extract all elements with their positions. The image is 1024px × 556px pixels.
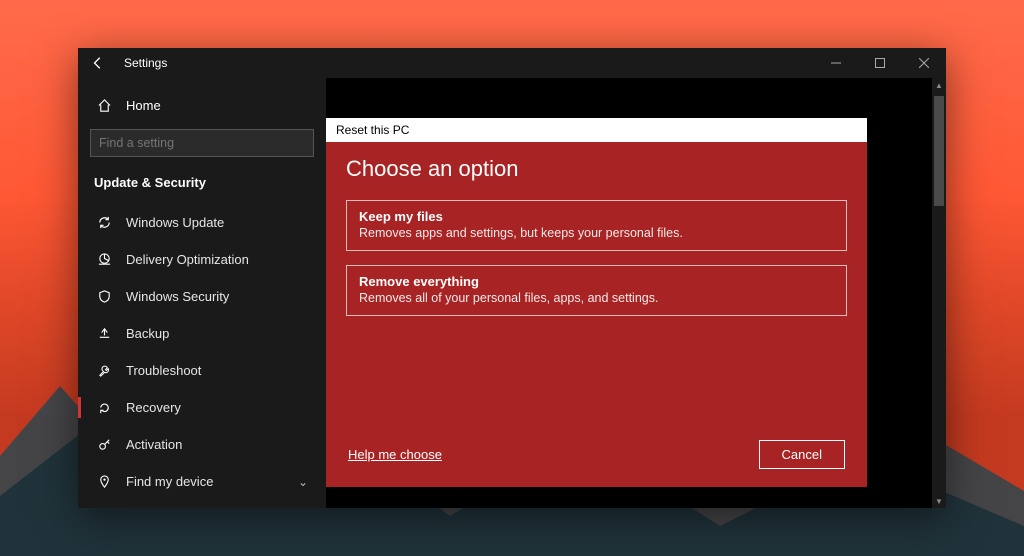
maximize-button[interactable] xyxy=(858,48,902,78)
dialog-title: Choose an option xyxy=(346,156,847,182)
option-desc: Removes all of your personal files, apps… xyxy=(359,291,834,305)
sidebar-item-windows-security[interactable]: Windows Security xyxy=(78,278,326,315)
scroll-up-icon[interactable]: ▲ xyxy=(932,78,946,92)
sync-icon xyxy=(96,215,112,230)
sidebar-item-activation[interactable]: Activation xyxy=(78,426,326,463)
sidebar-item-label: Recovery xyxy=(126,400,181,415)
titlebar: Settings xyxy=(78,48,946,78)
option-title: Remove everything xyxy=(359,274,834,289)
close-button[interactable] xyxy=(902,48,946,78)
sidebar-item-label: Windows Update xyxy=(126,215,224,230)
dialog-header: Reset this PC xyxy=(326,118,867,142)
content-area: Reset this PC Choose an option Keep my f… xyxy=(326,78,946,508)
home-icon xyxy=(96,98,112,113)
sidebar-section-title: Update & Security xyxy=(78,171,326,204)
sidebar: Home Update & Security Windows Update De xyxy=(78,78,326,508)
option-remove-everything[interactable]: Remove everything Removes all of your pe… xyxy=(346,265,847,316)
help-link[interactable]: Help me choose xyxy=(348,447,442,462)
chevron-down-icon: ⌄ xyxy=(298,475,308,489)
reset-dialog: Reset this PC Choose an option Keep my f… xyxy=(326,118,867,487)
search-input[interactable] xyxy=(90,129,314,157)
sidebar-home-label: Home xyxy=(126,98,161,113)
option-keep-files[interactable]: Keep my files Removes apps and settings,… xyxy=(346,200,847,251)
sidebar-item-backup[interactable]: Backup xyxy=(78,315,326,352)
scroll-down-icon[interactable]: ▼ xyxy=(932,494,946,508)
sidebar-home[interactable]: Home xyxy=(78,88,326,123)
minimize-button[interactable] xyxy=(814,48,858,78)
sidebar-item-troubleshoot[interactable]: Troubleshoot xyxy=(78,352,326,389)
sidebar-item-label: Troubleshoot xyxy=(126,363,201,378)
sidebar-item-label: Find my device xyxy=(126,474,213,489)
sidebar-item-windows-update[interactable]: Windows Update xyxy=(78,204,326,241)
location-icon xyxy=(96,474,112,489)
sidebar-item-label: Windows Security xyxy=(126,289,229,304)
recovery-icon xyxy=(96,400,112,415)
delivery-icon xyxy=(96,252,112,267)
scrollbar[interactable]: ▲ ▼ xyxy=(932,78,946,508)
sidebar-item-label: Backup xyxy=(126,326,169,341)
sidebar-item-label: Delivery Optimization xyxy=(126,252,249,267)
sidebar-item-delivery-optimization[interactable]: Delivery Optimization xyxy=(78,241,326,278)
option-desc: Removes apps and settings, but keeps you… xyxy=(359,226,834,240)
sidebar-item-find-my-device[interactable]: Find my device ⌄ xyxy=(78,463,326,500)
window-title: Settings xyxy=(124,56,167,70)
wrench-icon xyxy=(96,363,112,378)
settings-window: Settings Home Update & Securi xyxy=(78,48,946,508)
backup-icon xyxy=(96,326,112,341)
sidebar-item-recovery[interactable]: Recovery xyxy=(78,389,326,426)
cancel-button[interactable]: Cancel xyxy=(759,440,845,469)
back-button[interactable] xyxy=(78,48,118,78)
scrollbar-thumb[interactable] xyxy=(934,96,944,206)
key-icon xyxy=(96,437,112,452)
option-title: Keep my files xyxy=(359,209,834,224)
shield-icon xyxy=(96,289,112,304)
sidebar-item-label: Activation xyxy=(126,437,182,452)
